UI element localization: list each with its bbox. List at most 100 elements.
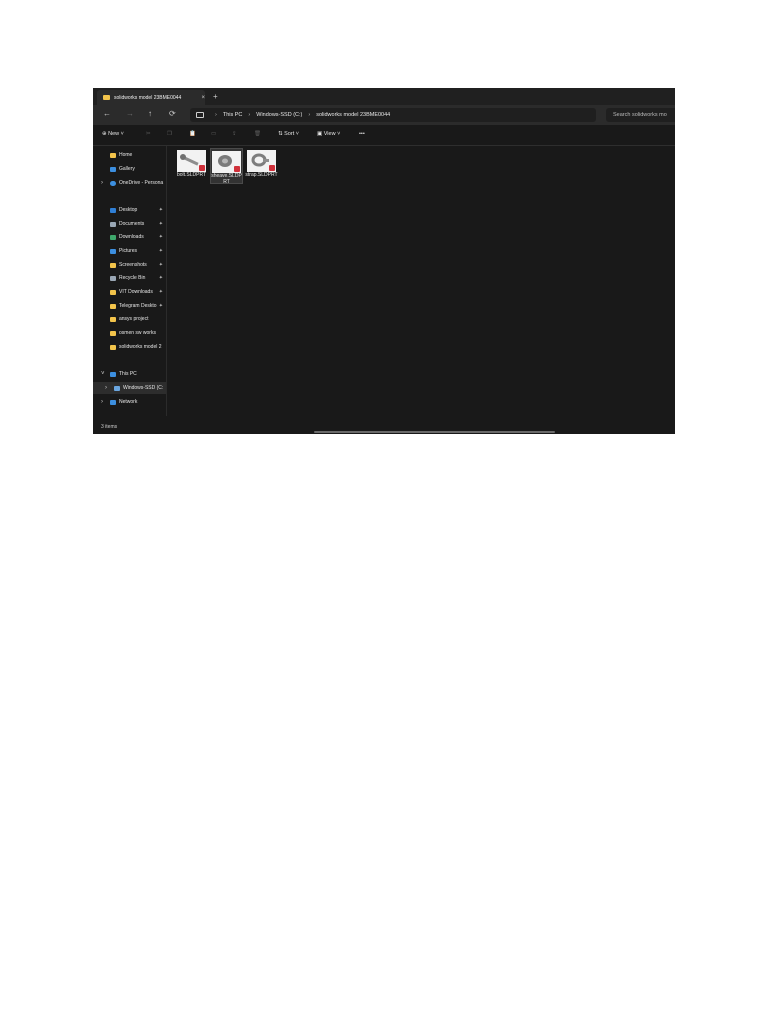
solidworks-badge-icon <box>199 165 205 171</box>
up-button[interactable]: ↑ <box>148 109 152 118</box>
sidebar-item-label: Windows-SSD (C: <box>123 385 164 391</box>
documents-icon <box>110 221 116 227</box>
folder-icon <box>110 303 116 309</box>
search-input[interactable]: Search solidworks mo <box>606 108 675 122</box>
chevron-right-icon[interactable]: › <box>101 180 103 186</box>
sidebar-item-label: Gallery <box>119 166 135 172</box>
sidebar-item-gallery[interactable]: Gallery <box>93 163 166 175</box>
breadcrumb[interactable]: › This PC › Windows-SSD (C:) › solidwork… <box>190 108 596 122</box>
folder-icon <box>103 95 110 100</box>
sidebar-item-downloads[interactable]: Downloads ✦ <box>93 231 166 243</box>
breadcrumb-this-pc[interactable]: This PC <box>223 112 243 118</box>
chevron-right-icon[interactable]: › <box>105 385 107 391</box>
pin-icon: ✦ <box>158 275 163 281</box>
folder-icon <box>110 316 116 322</box>
view-icon: ▣ <box>317 131 324 137</box>
sidebar-item-label: This PC <box>119 371 137 377</box>
solidworks-badge-icon <box>234 166 240 172</box>
desktop-icon <box>110 207 116 213</box>
gallery-icon <box>110 166 116 172</box>
sidebar-item-windows-ssd[interactable]: › Windows-SSD (C: <box>93 382 166 394</box>
part-thumbnail <box>247 150 276 172</box>
horizontal-scrollbar[interactable] <box>314 431 555 433</box>
sidebar-item-recycle-bin[interactable]: Recycle Bin ✦ <box>93 272 166 284</box>
file-explorer-window: solidworks model 23BME0044 × + ← → ↑ ⟳ ›… <box>93 88 675 434</box>
pin-icon: ✦ <box>158 221 163 227</box>
sort-button[interactable]: ⇅ Sort ˅ <box>278 131 299 137</box>
sidebar-item-screenshots[interactable]: Screenshots ✦ <box>93 259 166 271</box>
paste-icon[interactable]: 📋 <box>189 131 196 137</box>
sidebar-item-network[interactable]: › Network <box>93 396 166 408</box>
pin-icon: ✦ <box>158 262 163 268</box>
new-button[interactable]: ⊕ New ˅ <box>102 131 124 137</box>
sidebar-item-onedrive[interactable]: › OneDrive - Persona <box>93 177 166 189</box>
solidworks-badge-icon <box>269 165 275 171</box>
rename-icon[interactable]: ▭ <box>211 131 216 137</box>
cloud-icon <box>110 180 116 186</box>
back-button[interactable]: ← <box>103 109 111 118</box>
address-row: ← → ↑ ⟳ › This PC › Windows-SSD (C:) › s… <box>93 105 675 125</box>
cut-icon[interactable]: ✂ <box>146 131 151 137</box>
file-name: bolt.SLDPRT <box>176 172 207 178</box>
breadcrumb-separator: › <box>308 112 311 118</box>
command-bar: ⊕ New ˅ ✂ ❐ 📋 ▭ ⇪ 🗑 ⇅ Sort ˅ ▣ View ˅ ••… <box>93 125 675 146</box>
folder-icon <box>110 344 116 350</box>
folder-icon <box>110 262 116 268</box>
folder-icon <box>110 289 116 295</box>
sidebar-item-label: solidworks model 2 <box>119 344 162 350</box>
view-button[interactable]: ▣ View ˅ <box>317 131 340 137</box>
sidebar-item-osmen[interactable]: osmen sw works <box>93 327 166 339</box>
new-label: New <box>108 131 120 137</box>
new-tab-button[interactable]: + <box>213 92 218 101</box>
more-options-button[interactable]: ••• <box>359 131 365 137</box>
sort-label: Sort <box>284 131 295 137</box>
breadcrumb-separator: › <box>248 112 251 118</box>
pin-icon: ✦ <box>158 234 163 240</box>
view-label: View <box>323 131 336 137</box>
share-icon[interactable]: ⇪ <box>232 131 237 137</box>
forward-button[interactable]: → <box>126 109 134 118</box>
home-icon <box>110 152 116 158</box>
part-thumbnail <box>177 150 206 172</box>
status-bar: 3 items <box>93 420 675 434</box>
tab-current-folder[interactable]: solidworks model 23BME0044 × <box>97 90 205 105</box>
refresh-button[interactable]: ⟳ <box>169 109 176 118</box>
sidebar-item-telegram[interactable]: Telegram Deskto ✦ <box>93 300 166 312</box>
network-icon <box>110 399 116 405</box>
file-item-strap[interactable]: strap.SLDPRT <box>245 148 278 184</box>
sidebar-item-pictures[interactable]: Pictures ✦ <box>93 245 166 257</box>
tab-title: solidworks model 23BME0044 <box>113 94 182 101</box>
sidebar-item-label: osmen sw works <box>119 330 156 336</box>
sidebar-item-documents[interactable]: Documents ✦ <box>93 218 166 230</box>
sidebar-item-label: ansys project <box>119 316 149 322</box>
sidebar-item-label: Home <box>119 152 133 158</box>
download-icon <box>110 234 116 240</box>
sidebar-item-ansys[interactable]: ansys project <box>93 313 166 325</box>
sidebar-item-this-pc[interactable]: ˅ This PC <box>93 368 166 380</box>
copy-icon[interactable]: ❐ <box>167 131 172 137</box>
file-item-sheave[interactable]: sheave.SLDPRT <box>210 148 243 184</box>
pin-icon: ✦ <box>158 248 163 254</box>
item-count: 3 items <box>101 424 118 430</box>
breadcrumb-folder[interactable]: solidworks model 23BME0044 <box>316 112 390 118</box>
sidebar-item-home[interactable]: Home <box>93 149 166 161</box>
navigation-pane: Home Gallery › OneDrive - Persona Deskto… <box>93 146 167 416</box>
sidebar-item-solidworks[interactable]: solidworks model 2 <box>93 341 166 353</box>
breadcrumb-separator: › <box>215 112 217 118</box>
chevron-right-icon[interactable]: › <box>101 399 103 405</box>
part-thumbnail <box>212 151 241 173</box>
sidebar-item-label: OneDrive - Persona <box>119 180 164 186</box>
pin-icon: ✦ <box>158 289 163 295</box>
delete-icon[interactable]: 🗑 <box>254 131 261 137</box>
file-item-bolt[interactable]: bolt.SLDPRT <box>175 148 208 184</box>
sidebar-item-desktop[interactable]: Desktop ✦ <box>93 204 166 216</box>
sidebar-item-vit-downloads[interactable]: VIT Downloads ✦ <box>93 286 166 298</box>
close-tab-icon[interactable]: × <box>201 95 205 101</box>
pictures-icon <box>110 248 116 254</box>
file-name: sheave.SLDPRT <box>211 173 242 185</box>
breadcrumb-drive[interactable]: Windows-SSD (C:) <box>256 112 302 118</box>
drive-icon <box>114 385 120 391</box>
file-list: bolt.SLDPRT sheave.SLDPRT strap.SLDPRT <box>167 146 675 416</box>
file-name: strap.SLDPRT <box>245 172 278 178</box>
chevron-down-icon[interactable]: ˅ <box>101 371 105 377</box>
